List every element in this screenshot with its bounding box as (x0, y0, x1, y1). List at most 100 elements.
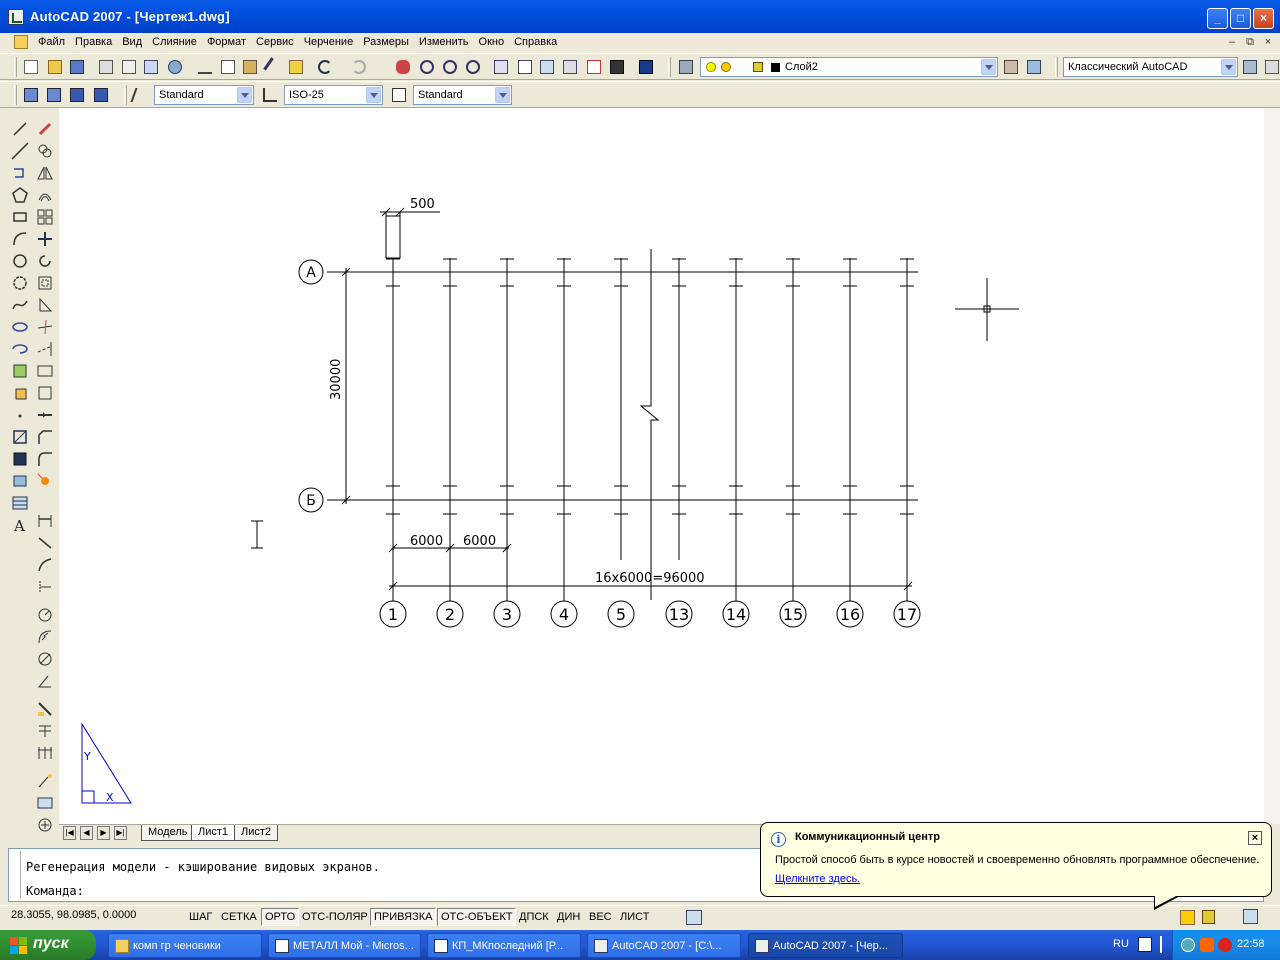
spline-icon[interactable] (11, 296, 29, 314)
menu-tools[interactable]: Сервис (251, 35, 299, 49)
doc-restore-button[interactable]: ⧉ (1242, 35, 1258, 49)
paper-toggle[interactable]: ЛИСТ (616, 908, 653, 926)
tolerance-icon[interactable] (36, 794, 54, 812)
offset-icon[interactable] (36, 186, 54, 204)
layer-manager-icon[interactable] (677, 58, 695, 76)
jogged-dimension-icon[interactable] (36, 628, 54, 646)
copy-object-icon[interactable] (36, 142, 54, 160)
balloon-close-button[interactable]: × (1248, 831, 1262, 845)
polar-toggle[interactable]: ОТС-ПОЛЯР (298, 908, 372, 926)
table-icon[interactable] (11, 494, 29, 512)
quick-dimension-icon[interactable] (36, 700, 54, 718)
lock-icon[interactable] (1202, 910, 1215, 924)
line-icon[interactable] (11, 120, 29, 138)
table-style-combo[interactable]: Standard (413, 85, 512, 105)
revision-cloud-icon[interactable] (11, 274, 29, 292)
properties-icon[interactable] (492, 58, 510, 76)
chevron-left-icon[interactable] (1181, 938, 1195, 952)
tab-first-button[interactable]: |◀ (63, 826, 76, 840)
tab-prev-button[interactable]: ◀ (80, 826, 93, 840)
network-tray-icon[interactable] (1160, 936, 1170, 953)
draw-order-front-icon[interactable] (22, 86, 40, 104)
gradient-icon[interactable] (11, 450, 29, 468)
markup-icon[interactable] (585, 58, 603, 76)
taskbar-item-word-kp[interactable]: КП_МКпоследний [Р... (427, 933, 581, 958)
snap-toggle[interactable]: ШАГ (185, 908, 216, 926)
construction-line-icon[interactable] (11, 142, 29, 160)
close-button[interactable]: × (1253, 8, 1274, 29)
tool-palettes-icon[interactable] (538, 58, 556, 76)
menu-view[interactable]: Вид (117, 35, 147, 49)
toolbar-grip[interactable] (668, 57, 671, 77)
new-file-icon[interactable] (22, 58, 40, 76)
bring-above-icon[interactable] (68, 86, 86, 104)
minimize-button[interactable]: _ (1207, 8, 1228, 29)
design-center-icon[interactable] (516, 58, 534, 76)
arc-icon[interactable] (11, 230, 29, 248)
multiline-text-icon[interactable]: A (11, 516, 29, 535)
maximize-button[interactable]: □ (1230, 8, 1251, 29)
draw-order-back-icon[interactable] (45, 86, 63, 104)
language-indicator[interactable]: RU (1113, 938, 1129, 950)
menu-format[interactable]: Формат (202, 35, 251, 49)
point-icon[interactable] (11, 406, 29, 424)
zoom-window-icon[interactable] (441, 58, 459, 76)
stretch-icon[interactable] (36, 296, 54, 314)
text-style-combo[interactable]: Standard (154, 85, 254, 105)
aligned-dimension-icon[interactable] (36, 534, 54, 552)
clean-screen-icon[interactable] (1243, 909, 1258, 924)
table-style-icon[interactable] (390, 86, 408, 104)
hatch-icon[interactable] (11, 428, 29, 446)
toolbar-overflow-icon[interactable] (1263, 58, 1280, 76)
help-icon[interactable] (637, 58, 655, 76)
chevron-down-icon[interactable] (981, 59, 996, 75)
open-file-icon[interactable] (46, 58, 64, 76)
menu-merge[interactable]: Слияние (147, 35, 202, 49)
start-button[interactable]: пуск (0, 930, 96, 960)
scale-icon[interactable] (36, 274, 54, 292)
polygon-icon[interactable] (11, 186, 29, 204)
erase-icon[interactable] (36, 120, 54, 138)
publish-icon[interactable] (142, 58, 160, 76)
command-line-grip[interactable] (11, 851, 21, 899)
break-icon[interactable] (36, 384, 54, 402)
help-tray-icon[interactable] (1138, 937, 1152, 952)
send-under-icon[interactable] (92, 86, 110, 104)
match-properties-icon[interactable] (263, 57, 283, 77)
tab-sheet1[interactable]: Лист1 (191, 825, 236, 841)
diameter-dimension-icon[interactable] (36, 650, 54, 668)
copy-icon[interactable] (219, 58, 237, 76)
maximize-viewport-icon[interactable] (686, 910, 702, 925)
toolbar-grip[interactable] (14, 85, 17, 105)
chevron-down-icon[interactable] (366, 87, 381, 103)
chevron-down-icon[interactable] (237, 87, 252, 103)
document-icon[interactable] (14, 35, 28, 49)
tab-last-button[interactable]: ▶| (114, 826, 127, 840)
pan-icon[interactable] (394, 58, 412, 76)
circle-icon[interactable] (11, 252, 29, 270)
radius-dimension-icon[interactable] (36, 606, 54, 624)
taskbar-item-autocad-2[interactable]: AutoCAD 2007 - [Чер... (748, 933, 903, 958)
publish-web-icon[interactable] (166, 58, 184, 76)
chevron-down-icon[interactable] (495, 87, 510, 103)
center-mark-icon[interactable] (36, 816, 54, 834)
taskbar-item-word-metal[interactable]: МЕТАЛЛ Мой - Micros... (268, 933, 421, 958)
polyline-icon[interactable] (11, 164, 29, 182)
undo-icon[interactable] (316, 58, 334, 76)
fillet-icon[interactable] (36, 450, 54, 468)
toolbar-grip[interactable] (1055, 57, 1058, 77)
taskbar-item-folder[interactable]: комп гр ченовики (108, 933, 262, 958)
ortho-toggle[interactable]: ОРТО (261, 908, 300, 926)
save-icon[interactable] (68, 58, 86, 76)
dyn-toggle[interactable]: ДИН (553, 908, 584, 926)
zoom-realtime-icon[interactable] (418, 58, 436, 76)
taskbar-item-autocad-1[interactable]: AutoCAD 2007 - [C:\... (587, 933, 741, 958)
osnap-toggle[interactable]: ПРИВЯЗКА (370, 908, 437, 926)
extend-icon[interactable] (36, 340, 54, 358)
drawing-canvas[interactable]: 1 2 3 4 5 13 14 15 16 17 X Y 500 30000 А… (59, 108, 1280, 824)
rotate-icon[interactable] (36, 252, 54, 270)
linear-dimension-icon[interactable] (36, 512, 54, 530)
redo-icon[interactable] (350, 58, 368, 76)
menu-file[interactable]: Файл (33, 35, 70, 49)
tab-next-button[interactable]: ▶ (97, 826, 110, 840)
